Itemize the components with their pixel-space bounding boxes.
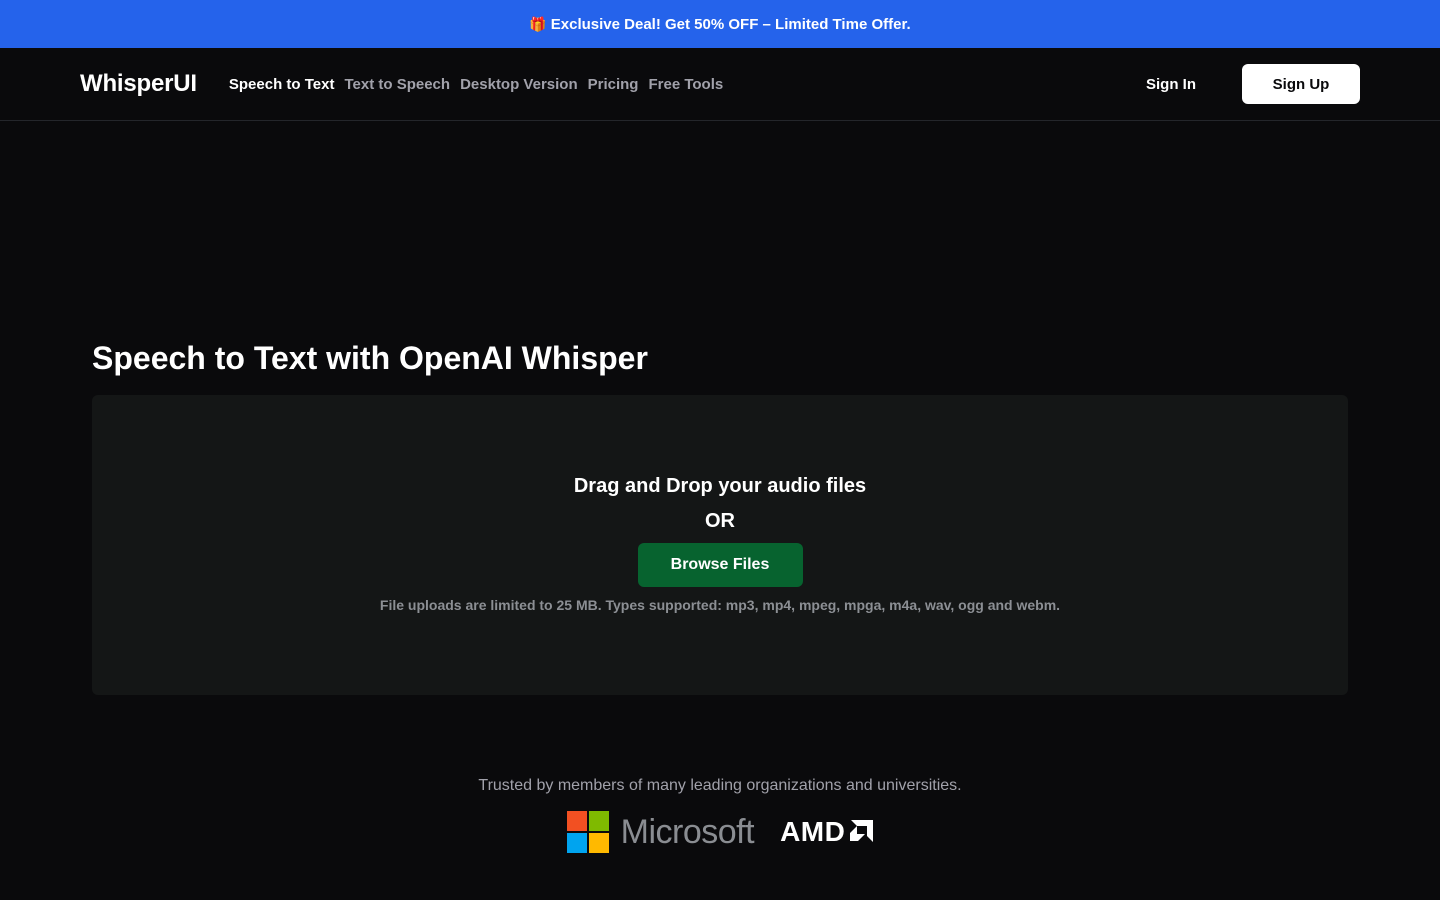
microsoft-squares-icon	[566, 811, 609, 853]
dropzone-or-label: OR	[705, 510, 735, 532]
promo-banner[interactable]: 🎁 Exclusive Deal! Get 50% OFF – Limited …	[0, 0, 1440, 48]
auth-actions: Sign In Sign Up	[1146, 64, 1360, 104]
upload-limits-note: File uploads are limited to 25 MB. Types…	[379, 597, 1061, 613]
amd-arrow-icon	[850, 820, 874, 842]
nav-link-text-to-speech[interactable]: Text to Speech	[344, 76, 450, 93]
nav-link-pricing[interactable]: Pricing	[588, 76, 639, 93]
amd-wordmark: AMD	[780, 816, 846, 847]
sign-in-link[interactable]: Sign In	[1146, 76, 1196, 93]
top-navbar: WhisperUI Speech to Text Text to Speech …	[0, 48, 1440, 121]
amd-logo: AMD	[780, 816, 874, 848]
page-title: Speech to Text with OpenAI Whisper	[92, 340, 648, 376]
nav-link-speech-to-text[interactable]: Speech to Text	[229, 76, 335, 93]
nav-link-desktop-version[interactable]: Desktop Version	[460, 76, 578, 93]
promo-text: Exclusive Deal! Get 50% OFF – Limited Ti…	[550, 15, 911, 33]
nav-link-free-tools[interactable]: Free Tools	[648, 76, 723, 93]
sign-up-button[interactable]: Sign Up	[1242, 64, 1360, 104]
microsoft-logo: Microsoft	[566, 811, 755, 853]
microsoft-wordmark: Microsoft	[620, 812, 755, 851]
partner-logos: Microsoft AMD	[92, 811, 1348, 853]
main-content: Speech to Text with OpenAI Whisper Drag …	[0, 341, 1440, 853]
file-dropzone[interactable]: Drag and Drop your audio files OR Browse…	[92, 395, 1348, 695]
gift-icon: 🎁	[529, 15, 547, 32]
trusted-by-text: Trusted by members of many leading organ…	[478, 777, 962, 794]
nav-links: Speech to Text Text to Speech Desktop Ve…	[229, 76, 723, 93]
dropzone-heading: Drag and Drop your audio files	[573, 475, 867, 497]
brand-logo[interactable]: WhisperUI	[80, 70, 197, 98]
browse-files-button[interactable]: Browse Files	[637, 543, 803, 587]
